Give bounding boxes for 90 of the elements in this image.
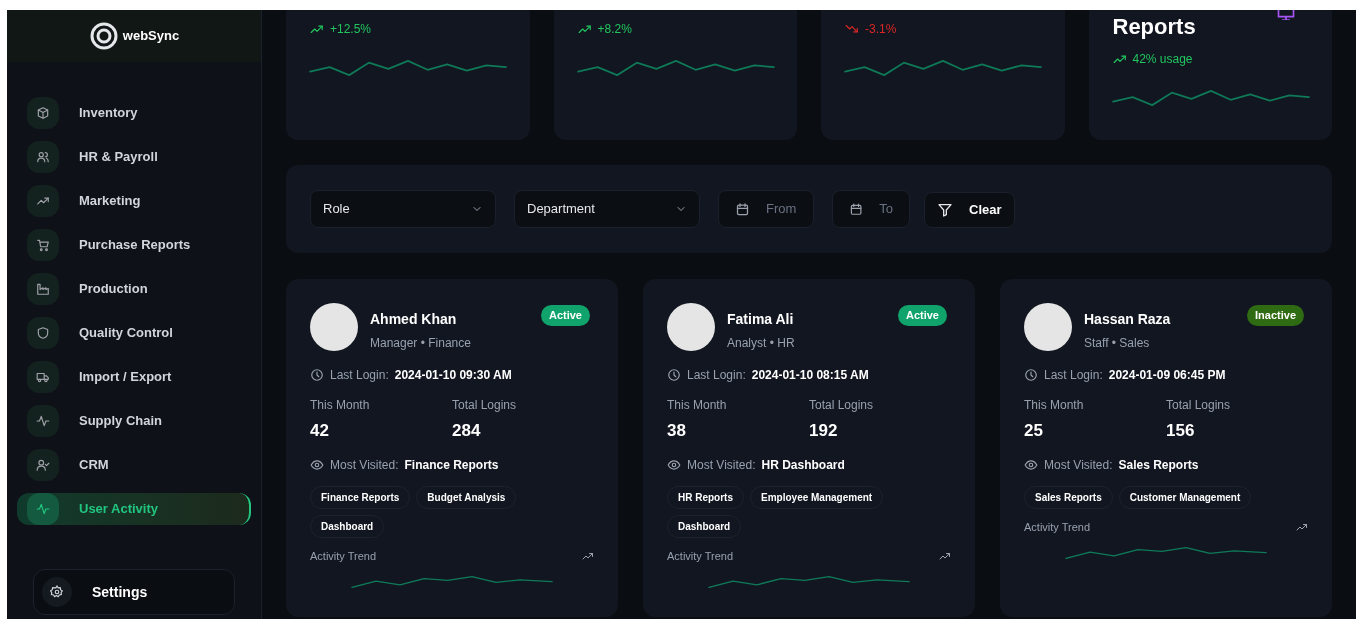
stat-value: 284 bbox=[452, 420, 482, 442]
from-date-field[interactable]: From bbox=[718, 190, 814, 228]
last-login-value: 2024-01-10 08:15 AM bbox=[751, 367, 869, 384]
eye-icon bbox=[1024, 457, 1038, 472]
user-role: Analyst • HR bbox=[727, 335, 795, 352]
clock-icon bbox=[310, 368, 324, 382]
avatar bbox=[310, 303, 358, 351]
last-login-value: 2024-01-10 09:30 AM bbox=[394, 367, 512, 384]
most-visited-label: Most Visited: bbox=[330, 456, 399, 474]
trend-down-icon bbox=[845, 24, 859, 34]
activity-trend-label: Activity Trend bbox=[1024, 519, 1091, 535]
status-badge: Inactive bbox=[1247, 305, 1304, 326]
avatar bbox=[1024, 303, 1072, 351]
trend-value: 42% usage bbox=[1132, 51, 1193, 68]
trend-up-icon bbox=[939, 551, 951, 560]
stat-value: 42 bbox=[310, 420, 330, 442]
trend-value: +8.2% bbox=[597, 21, 632, 38]
trend-up-icon bbox=[1296, 522, 1308, 531]
trend-up-icon bbox=[1112, 54, 1127, 64]
sidebar-item[interactable]: Marketing bbox=[17, 185, 251, 217]
role-dropdown[interactable]: Role bbox=[310, 190, 496, 228]
sidebar-item[interactable]: Import / Export bbox=[17, 361, 251, 393]
last-login-label: Last Login: bbox=[330, 367, 389, 384]
most-visited-value: HR Dashboard bbox=[761, 456, 845, 474]
last-login-value: 2024-01-09 06:45 PM bbox=[1108, 367, 1226, 384]
most-visited-label: Most Visited: bbox=[1044, 456, 1113, 474]
status-badge: Active bbox=[897, 305, 947, 326]
stat-value: 156 bbox=[1166, 420, 1196, 442]
shield-icon bbox=[36, 326, 50, 340]
sidebar-item[interactable]: Inventory bbox=[17, 97, 251, 129]
most-visited-value: Finance Reports bbox=[404, 456, 499, 474]
user-role: Manager • Finance bbox=[370, 335, 471, 352]
eye-icon bbox=[310, 457, 324, 472]
user-name: Ahmed Khan bbox=[370, 310, 458, 329]
last-login-label: Last Login: bbox=[687, 367, 746, 384]
stat-label: This Month bbox=[667, 397, 728, 414]
factory-icon bbox=[36, 282, 50, 296]
clear-button[interactable]: Clear bbox=[924, 192, 1015, 228]
stat-title: Reports bbox=[1112, 16, 1197, 38]
eye-icon bbox=[667, 457, 681, 472]
box-icon bbox=[36, 106, 50, 120]
calendar-icon bbox=[849, 201, 864, 217]
to-date-field[interactable]: To bbox=[832, 190, 910, 228]
avatar bbox=[667, 303, 715, 351]
stat-label: This Month bbox=[1024, 397, 1085, 414]
trend-value: -3.1% bbox=[865, 21, 897, 38]
sidebar-item[interactable]: Production bbox=[17, 273, 251, 305]
logo-icon bbox=[88, 21, 119, 51]
user-check-icon bbox=[36, 458, 50, 472]
status-badge: Active bbox=[540, 305, 590, 326]
stat-label: Total Logins bbox=[1166, 397, 1232, 414]
monitor-icon bbox=[1276, 10, 1296, 20]
stat-label: Total Logins bbox=[452, 397, 518, 414]
most-visited-value: Sales Reports bbox=[1118, 456, 1199, 474]
most-visited-label: Most Visited: bbox=[687, 456, 756, 474]
trend-up-icon bbox=[577, 24, 592, 34]
sidebar-item[interactable]: Quality Control bbox=[17, 317, 251, 349]
filter-icon bbox=[937, 202, 953, 218]
trend-up-icon bbox=[582, 551, 594, 560]
truck-icon bbox=[36, 370, 50, 384]
clock-icon bbox=[667, 368, 681, 382]
settings-button[interactable]: Settings bbox=[33, 569, 235, 615]
sidebar-item[interactable]: Purchase Reports bbox=[17, 229, 251, 261]
trend-value: +12.5% bbox=[330, 21, 372, 38]
stat-value: 38 bbox=[667, 420, 687, 442]
sidebar-item[interactable]: User Activity bbox=[17, 493, 251, 525]
people-icon bbox=[36, 150, 50, 164]
activity-trend-label: Activity Trend bbox=[667, 548, 734, 564]
user-role: Staff • Sales bbox=[1084, 335, 1151, 352]
calendar-icon bbox=[735, 201, 750, 217]
last-login-label: Last Login: bbox=[1044, 367, 1103, 384]
trend-up-icon bbox=[36, 194, 50, 208]
pulse-icon bbox=[36, 414, 50, 428]
sidebar-item[interactable]: CRM bbox=[17, 449, 251, 481]
stat-label: This Month bbox=[310, 397, 371, 414]
settings-icon bbox=[50, 585, 64, 599]
logo-text: webSync bbox=[122, 27, 180, 46]
clock-icon bbox=[1024, 368, 1038, 382]
sidebar-item[interactable]: HR & Payroll bbox=[17, 141, 251, 173]
trend-up-icon bbox=[310, 24, 324, 34]
user-name: Hassan Raza bbox=[1084, 310, 1171, 329]
user-name: Fatima Ali bbox=[727, 310, 795, 329]
stat-value: 192 bbox=[809, 420, 839, 442]
stat-value: 25 bbox=[1024, 420, 1044, 442]
activity-trend-label: Activity Trend bbox=[310, 548, 377, 564]
stat-label: Total Logins bbox=[809, 397, 875, 414]
sidebar-item[interactable]: Supply Chain bbox=[17, 405, 251, 437]
department-dropdown[interactable]: Department bbox=[514, 190, 700, 228]
cart-icon bbox=[36, 238, 50, 252]
pulse-icon bbox=[36, 502, 50, 516]
